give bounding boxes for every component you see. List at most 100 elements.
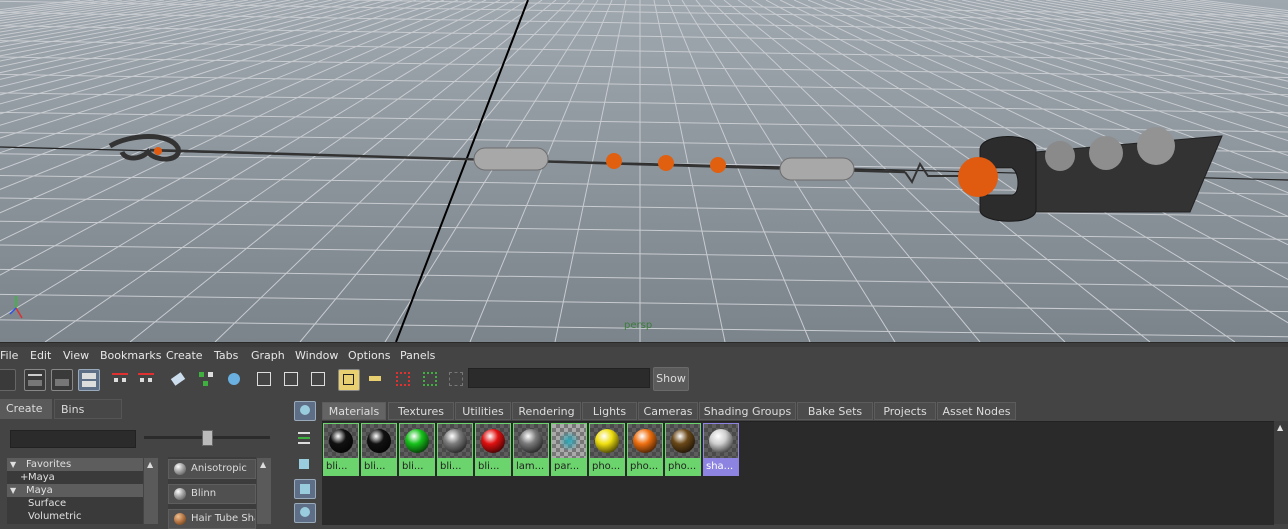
material-label: bli... bbox=[478, 461, 500, 472]
snapshot-icon[interactable] bbox=[393, 369, 413, 389]
material-ball-icon bbox=[709, 429, 733, 453]
clear-graph-icon[interactable] bbox=[196, 369, 216, 389]
material-swatch[interactable]: bli... bbox=[399, 423, 435, 476]
single-pane-icon[interactable] bbox=[24, 369, 46, 391]
material-preview bbox=[362, 424, 396, 458]
rearrange-graph-icon[interactable] bbox=[224, 369, 244, 389]
tab-bake-sets[interactable]: Bake Sets bbox=[797, 402, 873, 420]
tree-scrollbar[interactable]: ▲ bbox=[144, 458, 158, 524]
menu-edit[interactable]: Edit bbox=[30, 349, 51, 362]
render-icon[interactable] bbox=[338, 369, 360, 391]
panel-layout-icon[interactable] bbox=[0, 369, 16, 391]
top-tabs-icon[interactable] bbox=[294, 401, 316, 421]
material-swatch[interactable]: pho... bbox=[665, 423, 701, 476]
material-ball-icon bbox=[633, 429, 657, 453]
tree-item-surface[interactable]: Surface bbox=[7, 497, 143, 510]
float-2 bbox=[779, 157, 855, 181]
material-swatch[interactable]: bli... bbox=[437, 423, 473, 476]
tab-rendering[interactable]: Rendering bbox=[512, 402, 581, 420]
ipr-render-icon[interactable] bbox=[365, 369, 385, 389]
material-ball-icon bbox=[443, 429, 467, 453]
create-list-scrollbar[interactable]: ▲ bbox=[257, 458, 271, 524]
frame-selection-icon[interactable] bbox=[420, 369, 440, 389]
bottom-tabs-icon[interactable] bbox=[294, 455, 314, 473]
menu-options[interactable]: Options bbox=[348, 349, 390, 362]
input-output-connections-icon[interactable] bbox=[110, 369, 130, 389]
dual-pane-icon[interactable] bbox=[51, 369, 73, 391]
hypershade-search-field[interactable] bbox=[468, 368, 650, 388]
graph-area-icon[interactable] bbox=[294, 503, 316, 523]
menu-create[interactable]: Create bbox=[166, 349, 203, 362]
list-view-icon[interactable] bbox=[294, 429, 314, 447]
material-ball-icon bbox=[174, 488, 186, 500]
quad-pane-icon[interactable] bbox=[78, 369, 100, 391]
tab-projects[interactable]: Projects bbox=[874, 402, 936, 420]
material-ball-icon bbox=[174, 513, 186, 525]
menu-window[interactable]: Window bbox=[295, 349, 338, 362]
menu-graph[interactable]: Graph bbox=[251, 349, 285, 362]
remove-selected-icon[interactable] bbox=[281, 369, 301, 389]
hypershade-icon[interactable] bbox=[308, 369, 328, 389]
frame-all-icon[interactable] bbox=[446, 369, 466, 389]
float-1 bbox=[473, 147, 549, 171]
tree-item-maya[interactable]: ▼ Maya bbox=[7, 484, 143, 497]
expand-arrow-icon: ▼ bbox=[10, 460, 17, 469]
tab-lights[interactable]: Lights bbox=[582, 402, 637, 420]
tab-cameras[interactable]: Cameras bbox=[638, 402, 698, 420]
material-ball-icon bbox=[481, 429, 505, 453]
create-search-field[interactable] bbox=[10, 430, 136, 448]
material-preview bbox=[324, 424, 358, 458]
tab-bins[interactable]: Bins bbox=[54, 399, 122, 419]
material-ball-icon bbox=[595, 429, 619, 453]
reel-knob bbox=[958, 157, 998, 197]
menu-file[interactable]: File bbox=[0, 349, 18, 362]
material-swatch[interactable]: pho... bbox=[627, 423, 663, 476]
work-area-icon[interactable] bbox=[294, 479, 316, 499]
material-preview bbox=[590, 424, 624, 458]
create-node-list: Anisotropic Blinn Hair Tube Sha bbox=[168, 457, 256, 529]
bead-1 bbox=[606, 153, 622, 169]
tree-item-favorites[interactable]: ▼ Favorites bbox=[7, 458, 143, 471]
tree-item-volumetric[interactable]: Volumetric bbox=[7, 510, 143, 523]
material-swatch[interactable]: par... bbox=[551, 423, 587, 476]
menu-view[interactable]: View bbox=[63, 349, 89, 362]
material-swatch[interactable]: pho... bbox=[589, 423, 625, 476]
material-swatch[interactable]: bli... bbox=[475, 423, 511, 476]
material-swatch[interactable]: sha... bbox=[703, 423, 739, 476]
create-node-blinn[interactable]: Blinn bbox=[168, 484, 256, 504]
graph-network-icon[interactable] bbox=[136, 369, 156, 389]
reel-ball-3 bbox=[1137, 127, 1175, 165]
tab-shading-groups[interactable]: Shading Groups bbox=[699, 402, 796, 420]
menu-tabs[interactable]: Tabs bbox=[214, 349, 238, 362]
graph-upstream-icon[interactable] bbox=[168, 369, 188, 389]
icon-size-slider-thumb[interactable] bbox=[202, 430, 213, 446]
material-swatch[interactable]: bli... bbox=[323, 423, 359, 476]
tree-item-maya-favorites[interactable]: + Maya bbox=[7, 471, 143, 484]
material-label: par... bbox=[554, 461, 580, 472]
show-button[interactable]: Show bbox=[653, 367, 689, 391]
material-label: bli... bbox=[326, 461, 348, 472]
axis-x bbox=[15, 307, 23, 319]
tab-create[interactable]: Create bbox=[0, 399, 52, 419]
material-swatch[interactable]: lam... bbox=[513, 423, 549, 476]
menu-panels[interactable]: Panels bbox=[400, 349, 435, 362]
tab-utilities[interactable]: Utilities bbox=[455, 402, 511, 420]
material-preview bbox=[628, 424, 662, 458]
material-ball-icon bbox=[367, 429, 391, 453]
material-preview bbox=[666, 424, 700, 458]
create-node-anisotropic[interactable]: Anisotropic bbox=[168, 459, 256, 479]
material-preview bbox=[476, 424, 510, 458]
material-swatch[interactable]: bli... bbox=[361, 423, 397, 476]
create-node-hair-tube-shader[interactable]: Hair Tube Sha bbox=[168, 509, 256, 529]
material-label: pho... bbox=[668, 461, 697, 472]
materials-scrollbar[interactable]: ▲ bbox=[1274, 421, 1288, 524]
viewport-scene bbox=[0, 0, 1288, 342]
add-selected-icon[interactable] bbox=[254, 369, 274, 389]
tab-materials[interactable]: Materials bbox=[322, 402, 386, 420]
menu-bookmarks[interactable]: Bookmarks bbox=[100, 349, 161, 362]
perspective-viewport[interactable]: persp bbox=[0, 0, 1288, 342]
material-label: sha... bbox=[706, 461, 734, 472]
tab-asset-nodes[interactable]: Asset Nodes bbox=[937, 402, 1016, 420]
tab-textures[interactable]: Textures bbox=[388, 402, 454, 420]
bead-2 bbox=[658, 155, 674, 171]
